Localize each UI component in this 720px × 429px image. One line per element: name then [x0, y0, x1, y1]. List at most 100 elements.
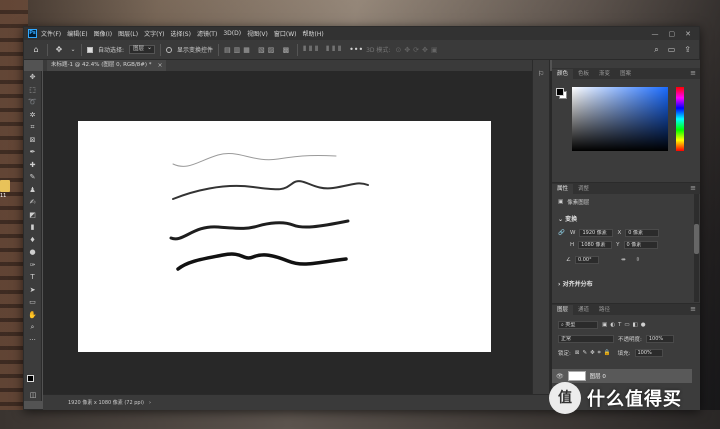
dodge-icon[interactable]: ●	[24, 246, 41, 259]
tab-swatches[interactable]: 色板	[573, 69, 594, 79]
photoshop-window: Ps 文件(F) 编辑(E) 图像(I) 图层(L) 文字(Y) 选择(S) 滤…	[23, 26, 700, 410]
site-watermark: 值 什么值得买	[549, 382, 682, 414]
hand-icon[interactable]: ✋	[24, 309, 41, 322]
layer-row[interactable]: 👁 图层 0	[552, 369, 692, 383]
more-tools-icon[interactable]: ···	[24, 334, 41, 347]
stamp-icon[interactable]: ♟	[24, 184, 41, 197]
lock-icons[interactable]: ⊠✎✥⌗🔒	[575, 350, 614, 357]
menu-file[interactable]: 文件(F)	[41, 29, 61, 38]
align-distribute-header[interactable]: › 对齐并分布	[558, 279, 593, 288]
document-tab[interactable]: 未标题-1 @ 42.4% (图层 0, RGB/8#) * ×	[47, 60, 166, 71]
brush-stroke-3	[169, 219, 350, 241]
tab-adjustments[interactable]: 调整	[573, 184, 594, 194]
menu-edit[interactable]: 编辑(E)	[67, 29, 87, 38]
marquee-icon[interactable]: ⬚	[24, 84, 41, 97]
quick-mask-icon[interactable]: ◫	[24, 389, 42, 402]
lock-label: 锁定:	[558, 351, 571, 357]
menu-select[interactable]: 选择(S)	[170, 29, 191, 38]
menu-filter[interactable]: 滤镜(T)	[197, 29, 217, 38]
3d-tools-icon[interactable]: ⊙✥⟳✥▣	[395, 46, 440, 54]
more-icon[interactable]: •••	[349, 45, 363, 54]
healing-icon[interactable]: ✚	[24, 159, 41, 172]
path-select-icon[interactable]: ➤	[24, 284, 41, 297]
tab-paths[interactable]: 路径	[594, 305, 615, 315]
lasso-icon[interactable]: ➰	[24, 96, 41, 109]
tab-gradients[interactable]: 渐变	[594, 69, 615, 79]
auto-select-dropdown[interactable]: 图层	[129, 44, 156, 54]
home-icon[interactable]: ⌂	[30, 45, 42, 54]
hue-slider[interactable]	[676, 87, 684, 151]
align-buttons-icon[interactable]: ▤▥▦ ▧▨ ▩	[224, 46, 292, 54]
menu-layer[interactable]: 图层(L)	[118, 29, 138, 38]
pen-icon[interactable]: ✑	[24, 259, 41, 272]
blur-icon[interactable]: ♦	[24, 234, 41, 247]
crop-icon[interactable]: ⌗	[24, 121, 41, 134]
panel-foreground-swatch[interactable]	[556, 88, 564, 96]
opacity-field[interactable]: 100%	[645, 335, 674, 343]
menu-window[interactable]: 窗口(W)	[274, 29, 297, 38]
menu-help[interactable]: 帮助(H)	[303, 29, 324, 38]
divider	[47, 43, 48, 56]
tab-properties[interactable]: 属性	[552, 184, 574, 194]
chevron-down-icon[interactable]: ⌄	[70, 46, 76, 53]
kind-filter-dropdown[interactable]: ⌕ 类型	[558, 321, 598, 329]
layer-name[interactable]: 图层 0	[590, 372, 606, 380]
gradient-icon[interactable]: ▮	[24, 221, 41, 234]
close-tab-icon[interactable]: ×	[158, 60, 163, 71]
transform-header[interactable]: ⌄ 变换	[558, 214, 577, 223]
status-arrow-icon[interactable]: ›	[149, 400, 151, 406]
shape-icon[interactable]: ▭	[24, 296, 41, 309]
fill-field[interactable]: 100%	[634, 349, 663, 357]
properties-scrollbar[interactable]	[694, 194, 699, 302]
history-panel-icon[interactable]: ⚐	[533, 70, 549, 78]
flip-vertical-icon[interactable]: ⇳	[636, 257, 641, 263]
desktop-folder-icon[interactable]	[0, 180, 10, 192]
height-field[interactable]: 1080 像素	[578, 241, 613, 249]
menu-view[interactable]: 视图(V)	[247, 29, 268, 38]
magic-wand-icon[interactable]: ✲	[24, 109, 41, 122]
share-icon[interactable]: ⇪	[684, 45, 691, 55]
color-picker-field[interactable]	[572, 87, 668, 151]
link-icon[interactable]: 🔗	[558, 230, 566, 236]
menu-type[interactable]: 文字(Y)	[144, 29, 164, 38]
close-icon[interactable]: ✕	[685, 30, 691, 38]
zoom-icon[interactable]: ⌕	[24, 321, 41, 334]
angle-field[interactable]: 0.00°	[574, 256, 599, 264]
panel-menu-icon[interactable]: ≡	[690, 69, 696, 77]
minimize-icon[interactable]: —	[652, 30, 659, 38]
blend-mode-dropdown[interactable]: 正常	[558, 335, 614, 343]
scroll-thumb[interactable]	[694, 224, 699, 254]
eraser-icon[interactable]: ◩	[24, 209, 41, 222]
history-brush-icon[interactable]: ✍	[24, 196, 41, 209]
maximize-icon[interactable]: ▢	[669, 30, 676, 38]
search-icon[interactable]: ⌕	[654, 45, 658, 55]
move-tool-icon[interactable]: ✥	[53, 45, 65, 54]
frame-icon[interactable]: ⊠	[24, 134, 41, 147]
auto-select-checkbox[interactable]	[87, 46, 93, 53]
workspace-icon[interactable]: ▭	[668, 45, 676, 55]
tab-patterns[interactable]: 图案	[615, 69, 636, 79]
tab-color[interactable]: 颜色	[552, 69, 574, 79]
menu-3d[interactable]: 3D(D)	[223, 30, 241, 37]
tab-channels[interactable]: 通道	[573, 305, 594, 315]
eye-icon[interactable]: 👁	[556, 373, 564, 380]
panel-menu-icon[interactable]: ≡	[690, 184, 696, 192]
canvas-workspace[interactable]	[43, 71, 552, 394]
show-transform-checkbox[interactable]	[166, 46, 173, 53]
brush-icon[interactable]: ✎	[24, 171, 41, 184]
foreground-color-swatch[interactable]	[27, 375, 34, 382]
width-field[interactable]: 1920 像素	[579, 229, 614, 237]
flip-horizontal-icon[interactable]: ⇹	[621, 257, 626, 263]
tab-layers[interactable]: 图层	[552, 305, 574, 315]
transform-label: 变换	[565, 216, 578, 223]
distribute-buttons-icon[interactable]: ⫴⫴⫴ ⫴⫴⫴	[303, 45, 344, 54]
document-canvas[interactable]	[78, 121, 491, 352]
filter-icons[interactable]: ▣◐T▭◧●	[602, 322, 649, 328]
eyedropper-icon[interactable]: ✒	[24, 146, 41, 159]
x-field[interactable]: 0 像素	[625, 229, 660, 237]
y-field[interactable]: 0 像素	[623, 241, 658, 249]
menu-image[interactable]: 图像(I)	[94, 29, 112, 38]
type-icon[interactable]: T	[24, 271, 41, 284]
panel-menu-icon[interactable]: ≡	[690, 305, 696, 313]
move-icon[interactable]: ✥	[24, 71, 41, 84]
